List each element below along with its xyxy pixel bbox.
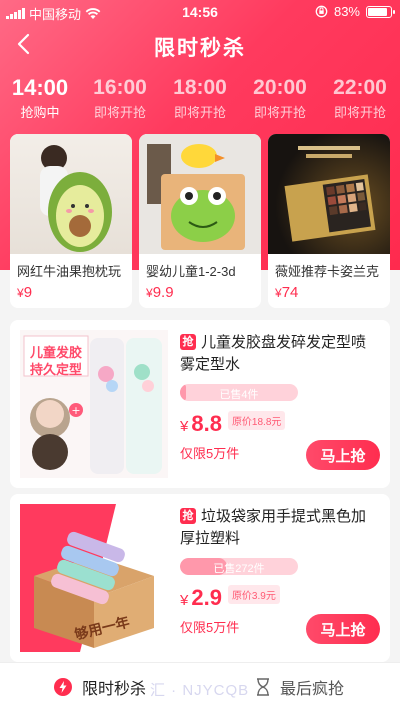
product-card[interactable]: 够用一年 抢垃圾袋家用手提式黑色加厚拉塑料 已售272件 ¥2.9 原价3.9元… [10, 494, 390, 662]
featured-price: ¥9.9 [146, 284, 174, 301]
time-slot-time: 14:00 [11, 75, 69, 100]
current-price: ¥8.8 [180, 411, 222, 436]
current-price: ¥2.9 [180, 585, 222, 610]
svg-text:+: + [71, 404, 80, 417]
status-bar: 中国移动 14:56 83% [0, 0, 400, 24]
sold-progress-bar: 已售4件 [180, 384, 298, 401]
time-slot-time: 22:00 [333, 76, 387, 99]
featured-price: ¥74 [275, 284, 299, 301]
page-title: 限时秒杀 [154, 37, 246, 60]
wooden-frog-puzzle-image [139, 134, 261, 254]
featured-card[interactable]: 婴幼儿童1-2-3d ¥9.9 [139, 134, 261, 308]
time-slot-1400[interactable]: 14:00 抢购中 [0, 76, 80, 121]
grab-now-button[interactable]: 马上抢 [306, 614, 380, 644]
grab-badge: 抢 [180, 508, 196, 524]
time-slot-time: 18:00 [173, 76, 227, 99]
tab-label: 最后疯抢 [279, 681, 344, 698]
product-image-caption: 儿童发胶 持久定型 [30, 345, 83, 377]
battery-icon [366, 5, 395, 18]
watermark: 汇 · NJYCQB [150, 682, 250, 699]
sold-count: 已售272件 [213, 563, 265, 575]
featured-name: 网红牛油果抱枕玩 [17, 264, 122, 279]
time-slot-1600[interactable]: 16:00 即将开抢 [80, 76, 160, 121]
time-slot-2200[interactable]: 22:00 即将开抢 [320, 76, 400, 121]
product-title: 抢垃圾袋家用手提式黑色加厚拉塑料 [180, 508, 367, 547]
flash-icon [53, 678, 72, 696]
sold-count: 已售4件 [219, 389, 259, 401]
featured-card[interactable]: 薇娅推荐卡姿兰克 ¥74 [268, 134, 390, 308]
original-price: 原价3.9元 [227, 585, 280, 604]
product-card[interactable]: + 儿童发胶 持久定型 抢儿童发胶盘发碎发定型喷雾定型水 已售4件 ¥8.8 原… [10, 320, 390, 488]
featured-card[interactable]: 网红牛油果抱枕玩 ¥9 [10, 134, 132, 308]
time-slot-status: 抢购中 [20, 105, 60, 120]
time-slot-tabs: 14:00 抢购中 16:00 即将开抢 18:00 即将开抢 20:00 即将… [0, 76, 400, 122]
time-slot-status: 即将开抢 [333, 105, 386, 120]
price-row: ¥8.8 原价18.8元 [180, 411, 380, 437]
price-row: ¥2.9 原价3.9元 [180, 585, 380, 611]
grab-now-button[interactable]: 马上抢 [306, 440, 380, 470]
garbage-bag-product-image: 够用一年 [20, 504, 168, 652]
time-slot-1800[interactable]: 18:00 即将开抢 [160, 76, 240, 121]
avocado-plush-image [10, 134, 132, 254]
hourglass-icon [256, 678, 269, 696]
time-slot-time: 20:00 [253, 76, 307, 99]
battery-percent: 83% [333, 4, 360, 19]
time-slot-status: 即将开抢 [173, 105, 226, 120]
featured-name: 薇娅推荐卡姿兰克 [275, 264, 380, 279]
time-slot-time: 16:00 [93, 76, 147, 99]
featured-price: ¥9 [17, 284, 33, 301]
tab-label: 限时秒杀 [81, 681, 146, 698]
time-slot-2000[interactable]: 20:00 即将开抢 [240, 76, 320, 121]
time-slot-status: 即将开抢 [93, 105, 146, 120]
original-price: 原价18.8元 [227, 411, 286, 430]
hair-spray-product-image: + 儿童发胶 持久定型 [20, 330, 168, 478]
time-slot-status: 即将开抢 [253, 105, 306, 120]
grab-badge: 抢 [180, 334, 196, 350]
navigation-bar: 限时秒杀 [0, 26, 400, 62]
featured-name: 婴幼儿童1-2-3d [146, 264, 236, 279]
eyeshadow-palette-image [268, 134, 390, 254]
rotation-lock-icon [315, 5, 328, 18]
sold-progress-bar: 已售272件 [180, 558, 298, 575]
featured-products: 网红牛油果抱枕玩 ¥9 婴幼儿童1-2-3d ¥9.9 薇娅推荐卡姿兰克 ¥74 [10, 134, 390, 308]
product-title: 抢儿童发胶盘发碎发定型喷雾定型水 [180, 334, 367, 373]
